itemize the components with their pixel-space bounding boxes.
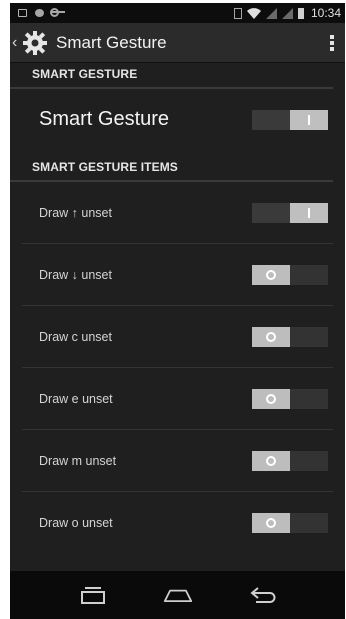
- gesture-item-draw-down[interactable]: Draw ↓ unset: [22, 244, 333, 306]
- gesture-item-label: Draw ↓ unset: [39, 267, 112, 282]
- app-notification-icon: [35, 9, 44, 17]
- page-title: Smart Gesture: [56, 32, 167, 52]
- status-system: 10:34: [233, 6, 341, 20]
- overflow-menu-icon[interactable]: [329, 33, 335, 53]
- screenshot-notification-icon: [18, 9, 27, 17]
- smart-gesture-label: Smart Gesture: [39, 108, 170, 130]
- gesture-item-draw-m[interactable]: Draw m unset: [22, 430, 333, 492]
- gesture-toggle[interactable]: [252, 388, 328, 409]
- gesture-item-label: Draw m unset: [39, 453, 117, 468]
- clock: 10:34: [310, 6, 341, 20]
- battery-icon: [297, 7, 304, 19]
- section-header-items: SMART GESTURE ITEMS: [10, 150, 333, 182]
- back-arrow-icon[interactable]: [248, 584, 278, 606]
- action-bar: ‹ Smart Gesture: [10, 23, 345, 63]
- gesture-item-draw-up[interactable]: Draw ↑ unset: [22, 182, 333, 244]
- home-icon[interactable]: [163, 584, 193, 606]
- phone-screen: 10:34 ‹ Smart Gesture SMART GESTURE Smar…: [10, 3, 345, 619]
- gesture-toggle[interactable]: [252, 326, 328, 347]
- sim-icon: [233, 7, 242, 19]
- gesture-item-draw-e[interactable]: Draw e unset: [22, 368, 333, 430]
- recent-apps-icon[interactable]: [78, 584, 108, 606]
- chevron-left-icon[interactable]: ‹: [12, 34, 20, 52]
- gesture-item-label: Draw e unset: [39, 391, 113, 406]
- gesture-toggle[interactable]: [252, 450, 328, 471]
- gesture-item-draw-o[interactable]: Draw o unset: [22, 492, 333, 554]
- key-notification-icon: [50, 8, 65, 17]
- gesture-item-label: Draw c unset: [39, 329, 112, 344]
- smart-gesture-setting[interactable]: Smart Gesture: [22, 89, 333, 150]
- navigation-bar: [10, 571, 345, 619]
- status-bar: 10:34: [10, 3, 345, 23]
- signal-2-icon: [281, 7, 293, 19]
- gear-icon[interactable]: [22, 30, 48, 56]
- section-header-smart-gesture: SMART GESTURE: [10, 63, 333, 89]
- signal-icon: [265, 7, 277, 19]
- gesture-item-list: Draw ↑ unset Draw ↓ unset Draw c unset D…: [10, 182, 345, 554]
- smart-gesture-toggle[interactable]: [252, 109, 328, 130]
- gesture-toggle[interactable]: [252, 513, 328, 533]
- gesture-toggle[interactable]: [252, 264, 328, 285]
- gesture-item-label: Draw o unset: [39, 516, 113, 530]
- wifi-icon: [246, 7, 261, 19]
- gesture-item-label: Draw ↑ unset: [39, 205, 112, 220]
- status-notifications: [18, 8, 234, 17]
- gesture-toggle[interactable]: [252, 202, 328, 223]
- gesture-item-draw-c[interactable]: Draw c unset: [22, 306, 333, 368]
